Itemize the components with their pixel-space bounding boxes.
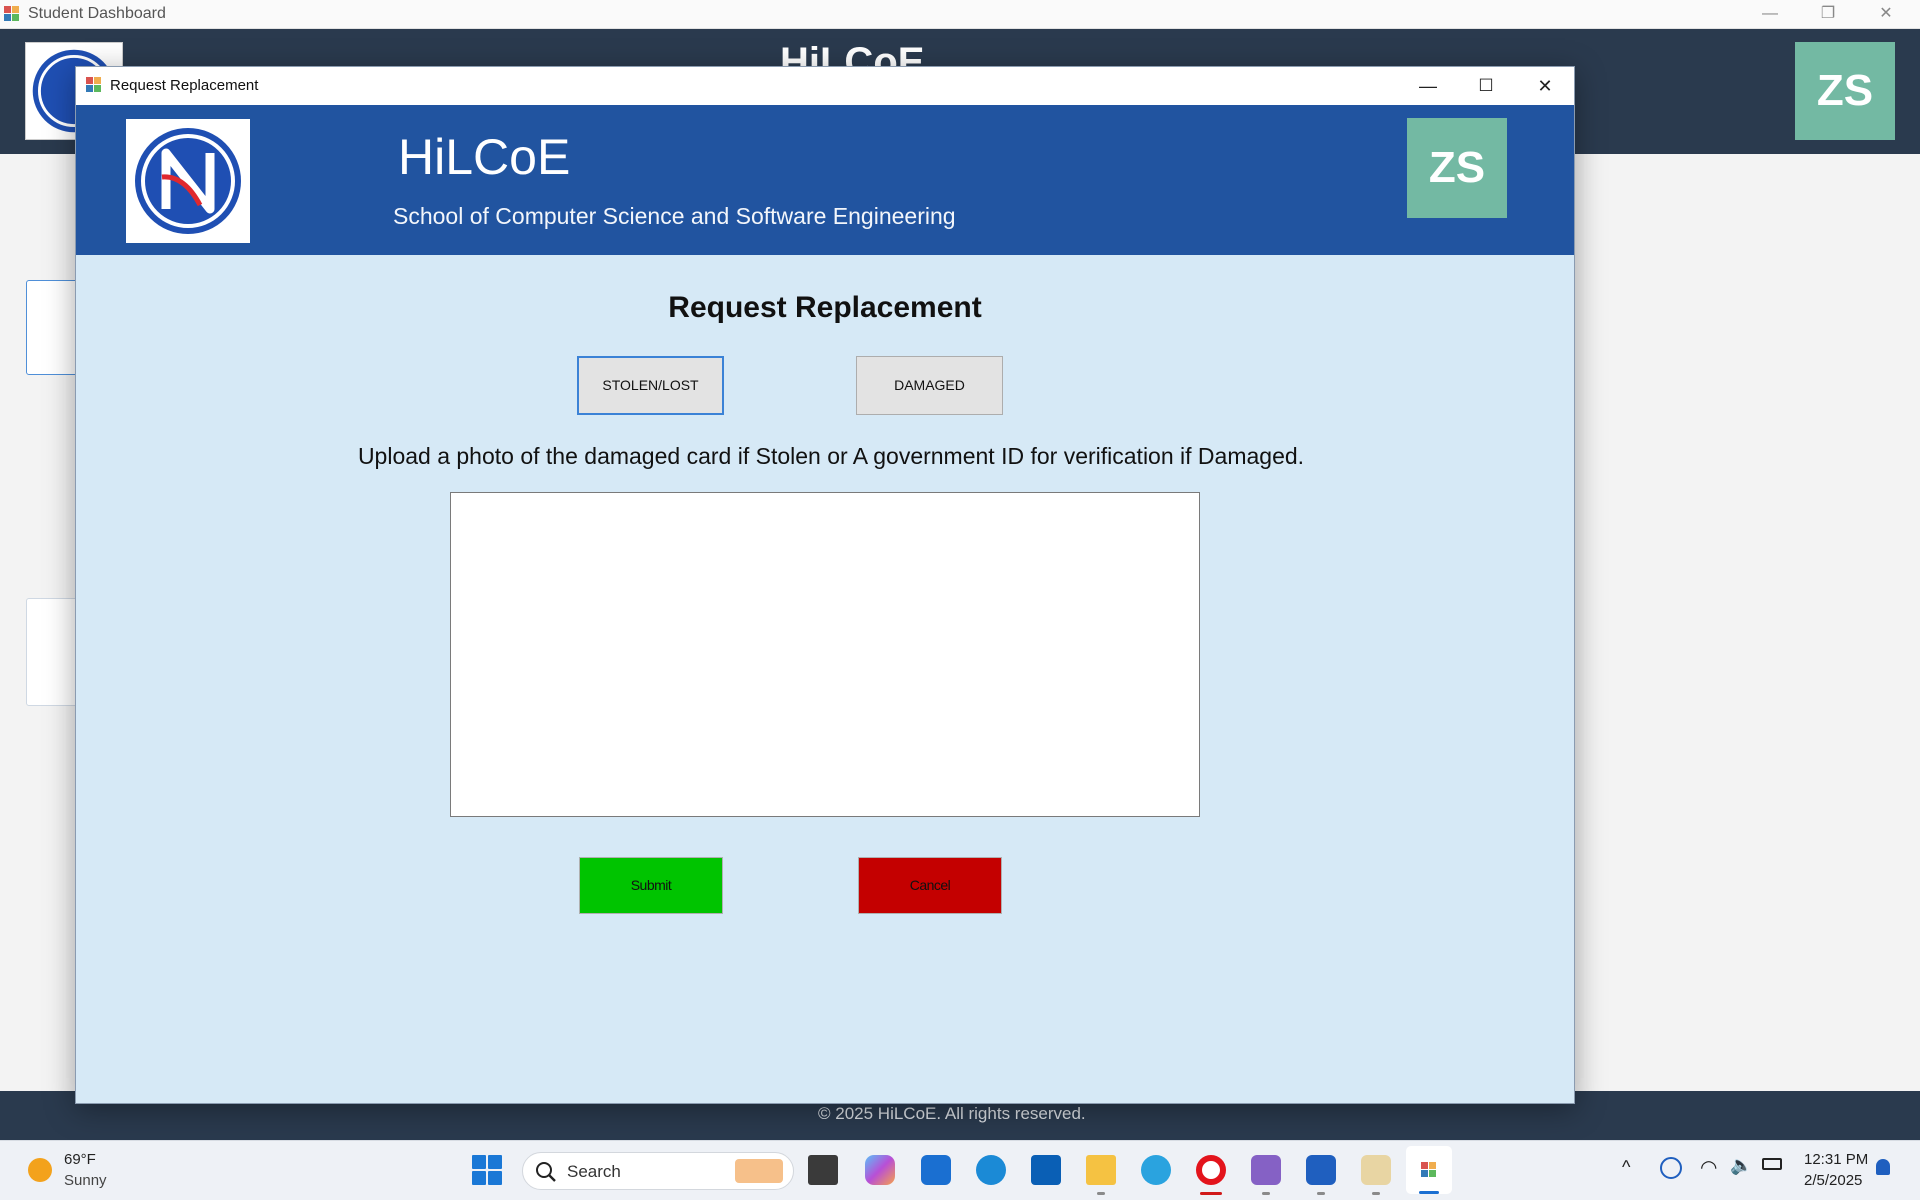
- telegram-icon[interactable]: [1141, 1155, 1171, 1185]
- weather-description[interactable]: Sunny: [64, 1172, 107, 1189]
- minimize-icon[interactable]: —: [1742, 0, 1798, 29]
- close-icon[interactable]: ✕: [1858, 0, 1914, 29]
- background-avatar[interactable]: ZS: [1795, 42, 1895, 140]
- battery-icon[interactable]: [1762, 1158, 1782, 1170]
- copilot-icon[interactable]: [865, 1155, 895, 1185]
- app-icon: [4, 6, 20, 22]
- running-indicator: [1200, 1192, 1222, 1195]
- page-heading: Request Replacement: [668, 291, 982, 324]
- notification-bell-icon[interactable]: [1876, 1159, 1890, 1175]
- task-view-icon[interactable]: [808, 1155, 838, 1185]
- windows-start-icon[interactable]: [472, 1155, 504, 1187]
- active-indicator: [1419, 1191, 1439, 1194]
- clock-date[interactable]: 2/5/2025: [1804, 1172, 1862, 1189]
- edge-icon[interactable]: [976, 1155, 1006, 1185]
- header-title: HiLCoE: [398, 129, 571, 185]
- opera-icon[interactable]: [1196, 1155, 1226, 1185]
- upload-instruction: Upload a photo of the damaged card if St…: [357, 443, 1305, 469]
- weather-temperature[interactable]: 69°F: [64, 1151, 96, 1168]
- stolen-lost-button[interactable]: STOLEN/LOST: [577, 356, 724, 415]
- background-window-title: Student Dashboard: [28, 5, 166, 22]
- header-subtitle: School of Computer Science and Software …: [393, 203, 956, 229]
- word-icon[interactable]: [1306, 1155, 1336, 1185]
- app-icon: [86, 77, 102, 93]
- snipping-tool-icon[interactable]: [1361, 1155, 1391, 1185]
- dialog-header: HiLCoE School of Computer Science and So…: [76, 105, 1574, 255]
- running-indicator: [1317, 1192, 1325, 1195]
- winforms-app-icon: [1421, 1162, 1437, 1178]
- store-icon[interactable]: [921, 1155, 951, 1185]
- photo-upload-box[interactable]: [450, 492, 1200, 817]
- visual-studio-icon[interactable]: [1251, 1155, 1281, 1185]
- dell-icon[interactable]: [1031, 1155, 1061, 1185]
- maximize-icon[interactable]: ☐: [1457, 67, 1515, 105]
- taskbar-search[interactable]: Search: [522, 1152, 794, 1190]
- chevron-up-icon[interactable]: ^: [1622, 1157, 1630, 1178]
- restore-icon[interactable]: ❐: [1800, 0, 1856, 29]
- sync-icon[interactable]: [1660, 1157, 1682, 1179]
- damaged-button[interactable]: DAMAGED: [856, 356, 1003, 415]
- file-explorer-icon[interactable]: [1086, 1155, 1116, 1185]
- sun-icon[interactable]: [28, 1158, 52, 1182]
- background-window-titlebar: Student Dashboard — ❐ ✕: [0, 0, 1920, 29]
- running-indicator: [1372, 1192, 1380, 1195]
- search-label: Search: [567, 1162, 621, 1181]
- volume-icon[interactable]: 🔈: [1730, 1155, 1752, 1176]
- minimize-icon[interactable]: —: [1399, 67, 1457, 105]
- dialog-title: Request Replacement: [110, 77, 259, 94]
- dialog-titlebar: Request Replacement — ☐ ✕: [76, 67, 1574, 105]
- wifi-icon[interactable]: ◠: [1700, 1155, 1717, 1180]
- school-logo: [126, 119, 250, 243]
- search-icon: [536, 1162, 556, 1182]
- request-replacement-dialog: Request Replacement — ☐ ✕ HiLCoE School …: [75, 66, 1575, 1104]
- taskbar: 69°F Sunny Search ^ ◠ 🔈 12:31 PM 2/5/202…: [0, 1140, 1920, 1200]
- submit-button[interactable]: Submit: [579, 857, 723, 914]
- close-icon[interactable]: ✕: [1516, 67, 1574, 105]
- active-app-tile[interactable]: [1406, 1146, 1452, 1194]
- user-avatar[interactable]: ZS: [1407, 118, 1507, 218]
- running-indicator: [1262, 1192, 1270, 1195]
- cancel-button[interactable]: Cancel: [858, 857, 1002, 914]
- running-indicator: [1097, 1192, 1105, 1195]
- search-highlight-icon: [735, 1159, 783, 1183]
- footer-copyright: © 2025 HiLCoE. All rights reserved.: [818, 1104, 1086, 1123]
- clock-time[interactable]: 12:31 PM: [1804, 1151, 1868, 1168]
